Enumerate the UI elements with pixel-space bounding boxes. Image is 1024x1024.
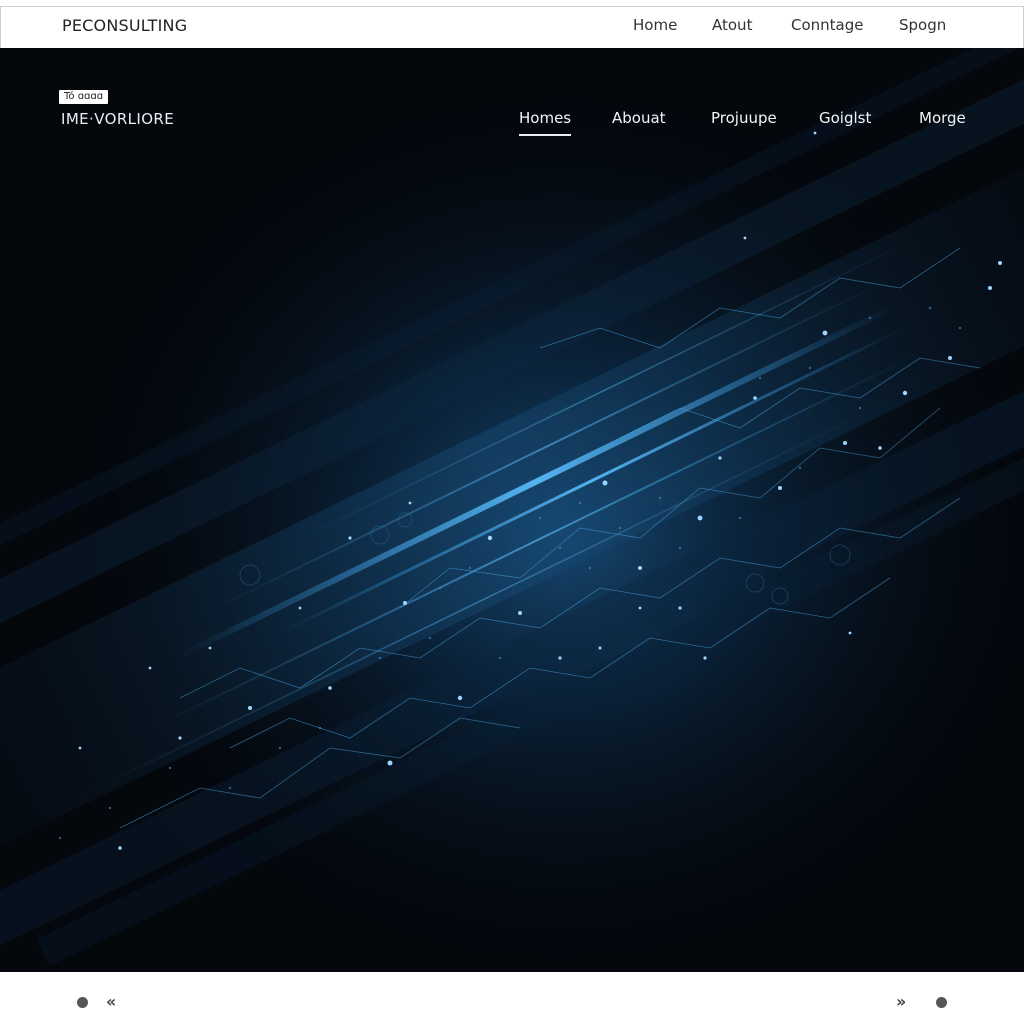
hero-tag-label: Tó ɑɑɑɑ bbox=[59, 90, 109, 104]
hero-nav-about[interactable]: Abouat bbox=[612, 109, 666, 127]
hero-background-image bbox=[0, 48, 1024, 972]
hero-nav-more[interactable]: Morge bbox=[919, 109, 966, 127]
slide-indicator-dot[interactable] bbox=[77, 997, 88, 1008]
prev-arrow-icon[interactable]: ‹‹ bbox=[106, 992, 116, 1011]
top-nav-about[interactable]: Atout bbox=[712, 16, 752, 34]
top-nav-home[interactable]: Home bbox=[633, 16, 677, 34]
top-nav-sign[interactable]: Spogn bbox=[899, 16, 946, 34]
hero-section: Tó ɑɑɑɑ IME·VORLIORE Homes Abouat Projuu… bbox=[0, 48, 1024, 972]
bottom-controls: ‹‹ ›› bbox=[0, 972, 1024, 1024]
slide-indicator-dot[interactable] bbox=[936, 997, 947, 1008]
hero-nav-projects[interactable]: Projuupe bbox=[711, 109, 777, 127]
top-nav-contact[interactable]: Conntage bbox=[791, 16, 864, 34]
hero-nav-home[interactable]: Homes bbox=[519, 109, 572, 136]
hero-brand[interactable]: IME·VORLIORE bbox=[61, 110, 174, 128]
top-nav: Home Atout Conntage Spogn bbox=[1, 16, 1024, 40]
next-arrow-icon[interactable]: ›› bbox=[896, 992, 906, 1011]
hero-nav-insights[interactable]: Goiglst bbox=[819, 109, 871, 127]
top-navbar: PECONSULTING Home Atout Conntage Spogn bbox=[0, 6, 1024, 48]
